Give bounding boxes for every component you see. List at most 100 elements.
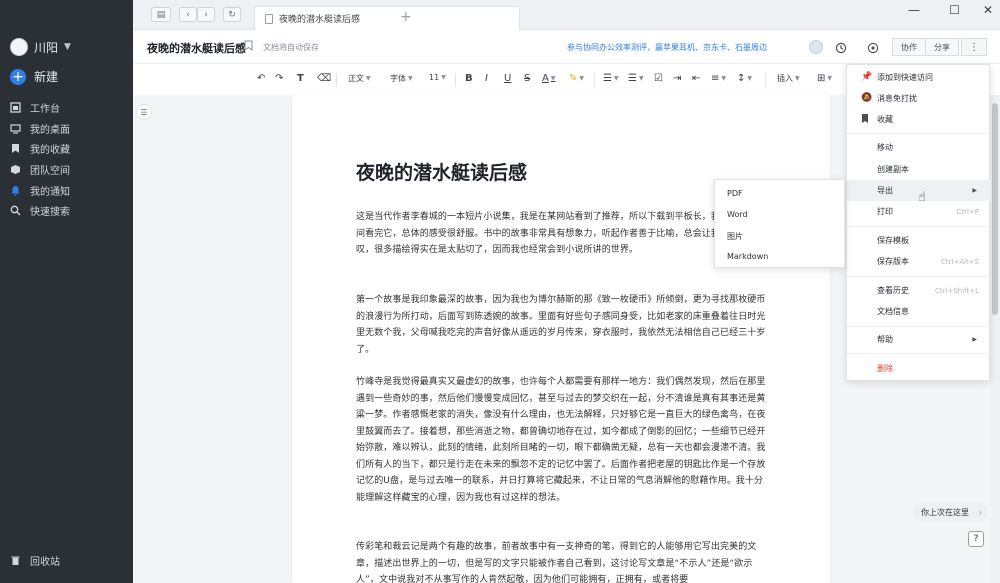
menu-item-help[interactable]: 帮助 ▶ (847, 329, 991, 350)
document-title: 夜晚的潜水艇读后感 (356, 162, 528, 184)
user-menu[interactable]: 川阳 ▼ (10, 38, 71, 56)
menu-item-duplicate[interactable]: 创建副本 (847, 159, 991, 180)
collaborate-button[interactable]: 协作 (892, 38, 926, 56)
more-vertical-icon: ⋮ (969, 41, 979, 53)
sidebar-item-label: 快速搜索 (30, 207, 70, 219)
menu-item-quick-access[interactable]: 📌 添加到快速访问 (847, 67, 991, 88)
insert-button[interactable]: 插入 ▼ (777, 73, 800, 84)
sidebar-item-workbench[interactable]: 工作台 (10, 97, 70, 118)
tab-title: 夜晚的潜水艇读后感 (279, 15, 361, 25)
sidebar-toggle-button[interactable]: ▤ (151, 7, 171, 22)
chevron-left-icon: ‹ (186, 9, 190, 20)
divider (847, 133, 991, 134)
paragraph: 第一个故事是我印象最深的故事，因为我也为博尔赫斯的那《致一枚硬币》所倾倒，更为寻… (356, 295, 766, 355)
last-position-button[interactable]: 你上次在这里 › (912, 503, 988, 521)
bold-icon[interactable]: B (465, 73, 473, 84)
history-icon[interactable] (832, 39, 849, 56)
menu-item-delete[interactable]: 删除 (847, 358, 991, 379)
sidebar-item-notifications[interactable]: 我的通知 (10, 180, 70, 201)
export-markdown-option[interactable]: Markdown (727, 252, 768, 261)
paragraph-style-select[interactable]: 正文 ▼ (348, 73, 371, 84)
font-size-select[interactable]: 11 ▼ (429, 73, 446, 82)
maximize-icon[interactable]: ☐ (949, 3, 960, 17)
share-button[interactable]: 分享 (925, 38, 959, 56)
menu-item-save-template[interactable]: 保存模板 (847, 230, 991, 251)
export-image-option[interactable]: 图片 (727, 231, 743, 242)
insert-label: 插入 (777, 74, 793, 83)
new-button[interactable]: + 新建 (10, 68, 58, 85)
paragraph: 这是当代作者李春城的一本短片小说集，我是在某网站看到了推荐，所以下载到平板长，我… (356, 212, 766, 255)
autosave-status: 文档将自动保存 (263, 43, 319, 52)
back-button[interactable]: ‹ (179, 7, 197, 22)
export-pdf-option[interactable]: PDF (727, 189, 743, 198)
sidebar-item-label: 我的收藏 (30, 145, 70, 157)
ordered-list-icon[interactable]: ☰ ▼ (603, 73, 619, 84)
indent-icon[interactable]: ⇥ (673, 73, 681, 84)
refresh-button[interactable]: ↻ (223, 7, 241, 22)
outline-toggle-button[interactable]: ☰ (136, 104, 152, 120)
search-icon (10, 205, 21, 216)
checklist-icon[interactable]: ☑ (654, 73, 663, 84)
paragraph: 竹峰寺是我觉得最真实又最虚幻的故事，也许每个人都需要有那样一地方：我们偶然发现，… (356, 377, 766, 503)
last-position-label: 你上次在这里 (921, 507, 969, 517)
menu-item-label: 删除 (877, 364, 893, 373)
close-icon[interactable]: ✕ (983, 3, 993, 17)
menu-item-label: 文档信息 (877, 307, 909, 316)
undo-icon[interactable]: ↶ (257, 73, 265, 84)
minimize-icon[interactable]: — (908, 3, 920, 17)
shortcut-hint: Ctrl+Alt+S (940, 257, 979, 266)
text-color-icon[interactable]: A ▼ (542, 73, 555, 84)
sidebar-item-favorites[interactable]: 我的收藏 (10, 138, 70, 159)
chevron-down-icon: ▼ (64, 42, 71, 52)
recycle-label: 回收站 (30, 557, 60, 568)
menu-item-label: 收藏 (877, 115, 893, 124)
redo-icon[interactable]: ↷ (275, 73, 283, 84)
menu-item-move[interactable]: 移动 (847, 137, 991, 158)
bookmark-icon[interactable] (244, 40, 253, 54)
promo-link[interactable]: 参与协同办公效率测评，赢苹果耳机、京东卡、石墨周边 (567, 42, 767, 53)
menu-item-label: 查看历史 (877, 286, 909, 295)
strikethrough-icon[interactable]: S (524, 73, 530, 84)
menu-item-doc-info[interactable]: 文档信息 (847, 301, 991, 322)
table-icon[interactable]: ⊞ ▼ (817, 73, 832, 84)
present-icon[interactable] (864, 39, 881, 56)
new-tab-plus-icon[interactable]: + (400, 9, 412, 25)
font-family-select[interactable]: 字体 ▼ (390, 73, 413, 84)
sidebar-item-team[interactable]: 团队空间 (10, 159, 70, 180)
page-title: 夜晚的潜水艇读后感 (147, 42, 246, 55)
divider (336, 74, 337, 86)
tab-document[interactable]: 夜晚的潜水艇读后感 (254, 6, 520, 30)
help-button[interactable]: ? (968, 531, 984, 547)
forward-button[interactable]: › (197, 7, 215, 22)
paragraph-style-value: 正文 (348, 74, 364, 83)
export-word-option[interactable]: Word (727, 210, 748, 219)
outdent-icon[interactable]: ⇤ (692, 73, 700, 84)
italic-icon[interactable]: I (485, 73, 488, 84)
pin-icon: 📌 (861, 72, 873, 82)
line-spacing-icon[interactable]: ↕ ▼ (737, 73, 752, 84)
chevron-right-icon: › (978, 507, 982, 517)
paragraph: 传彩笔和裁云记是两个有趣的故事，前者故事中有一支神奇的笔，得到它的人能够用它写出… (356, 542, 757, 583)
menu-item-history[interactable]: 查看历史 Ctrl+Shift+L (847, 280, 991, 301)
menu-item-mute[interactable]: 🔕 消息免打扰 (847, 88, 991, 109)
recycle-bin[interactable]: 回收站 (10, 553, 60, 568)
format-painter-icon[interactable]: T (297, 73, 304, 84)
menu-item-save-version[interactable]: 保存版本 Ctrl+Alt+S (847, 251, 991, 272)
menu-item-label: 保存版本 (877, 257, 909, 266)
menu-item-label: 帮助 (877, 335, 893, 344)
align-icon[interactable]: ≡ ▼ (711, 73, 726, 84)
more-button[interactable]: ⋮ (961, 38, 987, 56)
scrollbar-thumb[interactable] (992, 103, 998, 315)
menu-item-favorite[interactable]: 收藏 (847, 109, 991, 130)
bullet-list-icon[interactable]: ☰ ▼ (628, 73, 644, 84)
highlight-icon[interactable]: ✎ ▼ (569, 73, 584, 84)
sidebar-item-label: 我的通知 (30, 186, 70, 198)
avatar[interactable] (809, 40, 823, 54)
underline-icon[interactable]: U (504, 73, 511, 84)
menu-item-label: 移动 (877, 143, 893, 152)
clear-format-icon[interactable]: ⌫ (317, 73, 331, 84)
sidebar-item-desktop[interactable]: 我的桌面 (10, 118, 70, 139)
bookmark-icon (861, 114, 869, 127)
document-page[interactable]: 夜晚的潜水艇读后感 这是当代作者李春城的一本短片小说集，我是在某网站看到了推荐，… (292, 95, 830, 583)
sidebar-item-search[interactable]: 快速搜索 (10, 200, 70, 221)
